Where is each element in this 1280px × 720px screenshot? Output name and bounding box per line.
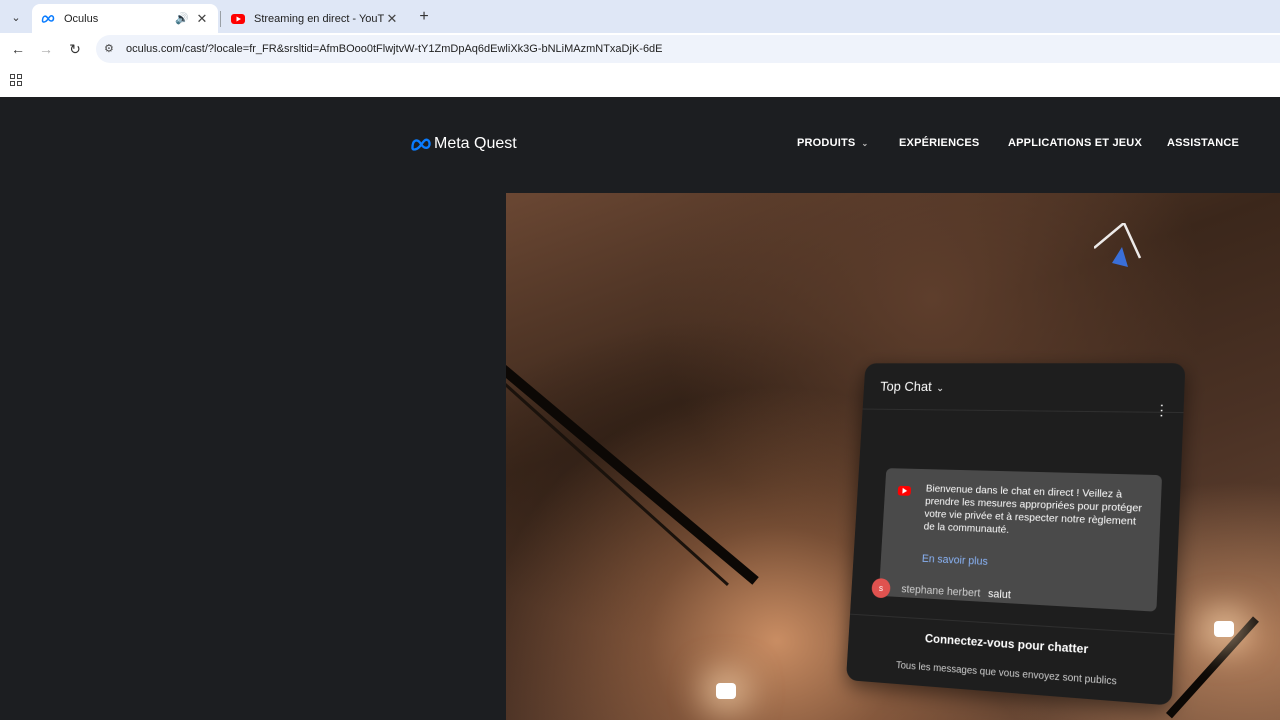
meta-icon	[411, 138, 431, 151]
cast-stream-view: Top Chat ⌄ ⋮ Bienvenue dans le chat en di…	[506, 193, 1280, 720]
message-text: salut	[987, 588, 1012, 602]
tab-title: Oculus	[64, 12, 99, 25]
page-content: Meta Quest PRODUITS ⌄ EXPÉRIENCES APPLICA…	[0, 97, 1280, 720]
site-info-icon[interactable]: ⚙	[104, 42, 118, 56]
chat-header-label: Top Chat	[879, 378, 933, 394]
address-bar[interactable]: ⚙ oculus.com/cast/?locale=fr_FR&srsltid=…	[96, 35, 1280, 63]
message-author[interactable]: stephane herbert	[901, 583, 981, 599]
ceiling-beam	[506, 365, 759, 585]
ceiling-beam	[506, 383, 729, 586]
public-messages-note: Tous les messages que vous envoyez sont …	[895, 660, 1117, 688]
chevron-down-icon: ⌄	[936, 383, 945, 395]
back-icon[interactable]: ←	[10, 41, 26, 57]
ceiling-light	[716, 683, 736, 699]
reload-icon[interactable]: ↻	[67, 41, 83, 57]
chat-mode-selector[interactable]: Top Chat ⌄	[880, 378, 945, 394]
ceiling-light	[1214, 621, 1234, 637]
chevron-down-icon: ⌄	[861, 139, 869, 148]
nav-products[interactable]: PRODUITS ⌄	[797, 137, 868, 149]
live-chat-panel: Top Chat ⌄ ⋮ Bienvenue dans le chat en di…	[845, 363, 1186, 706]
audio-icon[interactable]: 🔊	[174, 12, 190, 25]
browser-toolbar: ← → ↻ ⚙ oculus.com/cast/?locale=fr_FR&sr…	[0, 33, 1280, 65]
divider	[862, 408, 1184, 414]
meta-quest-logo[interactable]: Meta Quest	[410, 135, 517, 153]
nav-experiences[interactable]: EXPÉRIENCES	[899, 137, 979, 149]
youtube-icon	[230, 11, 246, 27]
close-icon[interactable]: ✕	[194, 11, 210, 27]
tab-youtube[interactable]: Streaming en direct - YouTube ✕	[222, 4, 408, 33]
avatar: s	[871, 577, 891, 599]
tab-search-icon[interactable]: ⌄	[6, 8, 26, 26]
more-options-icon[interactable]: ⋮	[1154, 402, 1169, 419]
tab-title: Streaming en direct - YouTube	[254, 12, 384, 25]
url-text[interactable]: oculus.com/cast/?locale=fr_FR&srsltid=Af…	[126, 43, 663, 55]
vr-pointer-icon	[1094, 223, 1142, 267]
tab-divider	[220, 11, 221, 27]
nav-support[interactable]: ASSISTANCE	[1167, 137, 1239, 149]
welcome-text: Bienvenue dans le chat en direct ! Veill…	[923, 482, 1143, 536]
youtube-icon	[897, 485, 912, 496]
tab-strip: ⌄ Oculus 🔊 ✕ Streaming en direct - YouTu…	[0, 0, 1280, 33]
ceiling-beam	[1166, 616, 1259, 719]
meta-icon	[40, 11, 56, 27]
apps-grid-icon[interactable]	[10, 74, 22, 86]
new-tab-button[interactable]: +	[414, 7, 434, 27]
tab-oculus[interactable]: Oculus 🔊 ✕	[32, 4, 218, 33]
bookmarks-bar	[0, 65, 1280, 97]
nav-apps-games[interactable]: APPLICATIONS ET JEUX	[1008, 137, 1142, 149]
brand-name: Meta Quest	[434, 135, 517, 152]
learn-more-link[interactable]: En savoir plus	[922, 553, 989, 568]
forward-icon[interactable]: →	[38, 41, 54, 57]
close-icon[interactable]: ✕	[384, 11, 400, 27]
nav-label: PRODUITS	[797, 137, 856, 149]
